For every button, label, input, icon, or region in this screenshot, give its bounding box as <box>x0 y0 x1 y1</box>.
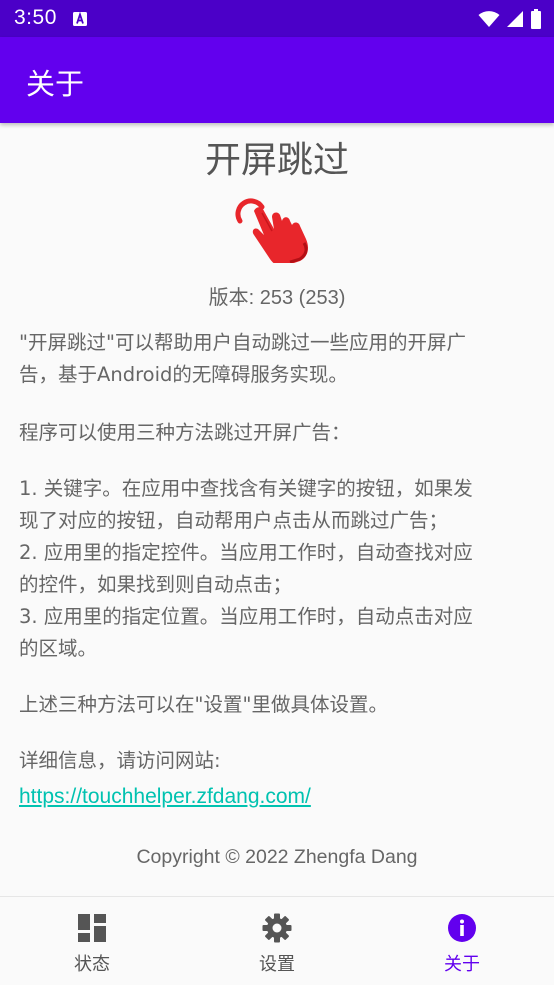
details-label-text: 详细信息，请访问网站: <box>19 749 221 772</box>
intro-line: 告，基于Android的无障碍服务实现。 <box>19 363 348 386</box>
status-bar: 3:50 <box>0 0 554 37</box>
methods-title-text: 程序可以使用三种方法跳过开屏广告： <box>19 421 351 444</box>
nav-label-status: 状态 <box>74 954 110 975</box>
info-icon <box>448 914 476 942</box>
methods-line: 1. 关键字。在应用中查找含有关键字的按钮，如果发 <box>19 477 473 500</box>
methods-line: 现了对应的按钮，自动帮用户点击从而跳过广告； <box>19 509 449 532</box>
methods-list: 1. 关键字。在应用中查找含有关键字的按钮，如果发 现了对应的按钮，自动帮用户点… <box>19 473 529 665</box>
methods-line: 2. 应用里的指定控件。当应用工作时，自动查找对应 <box>19 541 473 564</box>
methods-line: 的控件，如果找到则自动点击； <box>19 573 293 596</box>
website-link[interactable]: https://touchhelper.zfdang.com/ <box>19 785 311 809</box>
methods-line: 3. 应用里的指定位置。当应用工作时，自动点击对应 <box>19 605 473 628</box>
intro-paragraph: "开屏跳过"可以帮助用户自动跳过一些应用的开屏广 告，基于Android的无障碍… <box>19 327 529 391</box>
nav-label-settings: 设置 <box>259 954 295 975</box>
battery-icon <box>531 9 541 29</box>
signal-icon <box>507 11 523 27</box>
copyright-text: Copyright © 2022 Zhengfa Dang <box>136 846 418 868</box>
methods-title: 程序可以使用三种方法跳过开屏广告： <box>19 417 529 449</box>
version-text: 版本: 253 (253) <box>208 287 346 309</box>
page-title: 关于 <box>26 67 85 101</box>
nav-item-status[interactable]: 状态 <box>0 897 184 985</box>
status-icons <box>478 8 542 30</box>
nav-item-about[interactable]: 关于 <box>370 897 554 985</box>
settings-note: 上述三种方法可以在"设置"里做具体设置。 <box>19 689 529 721</box>
details-label: 详细信息，请访问网站: <box>19 745 529 777</box>
font-a-icon <box>73 11 87 26</box>
methods-line: 的区域。 <box>19 637 98 660</box>
dashboard-icon <box>78 914 106 942</box>
about-content[interactable]: 开屏跳过 版本: 253 (253) "开屏跳过"可以帮助用户自动跳过一些应用的… <box>0 123 554 896</box>
status-time: 3:50 <box>14 6 57 29</box>
app-bar: 关于 <box>0 37 554 123</box>
settings-note-text: 上述三种方法可以在"设置"里做具体设置。 <box>19 693 388 716</box>
gear-icon <box>262 913 292 943</box>
bottom-nav: 状态 设置 关于 <box>0 896 554 984</box>
nav-label-about: 关于 <box>444 954 480 975</box>
intro-line: "开屏跳过"可以帮助用户自动跳过一些应用的开屏广 <box>19 331 466 354</box>
nav-item-settings[interactable]: 设置 <box>185 897 369 985</box>
app-name: 开屏跳过 <box>204 140 349 181</box>
wifi-icon <box>478 11 500 27</box>
tap-hand-icon <box>235 198 308 263</box>
